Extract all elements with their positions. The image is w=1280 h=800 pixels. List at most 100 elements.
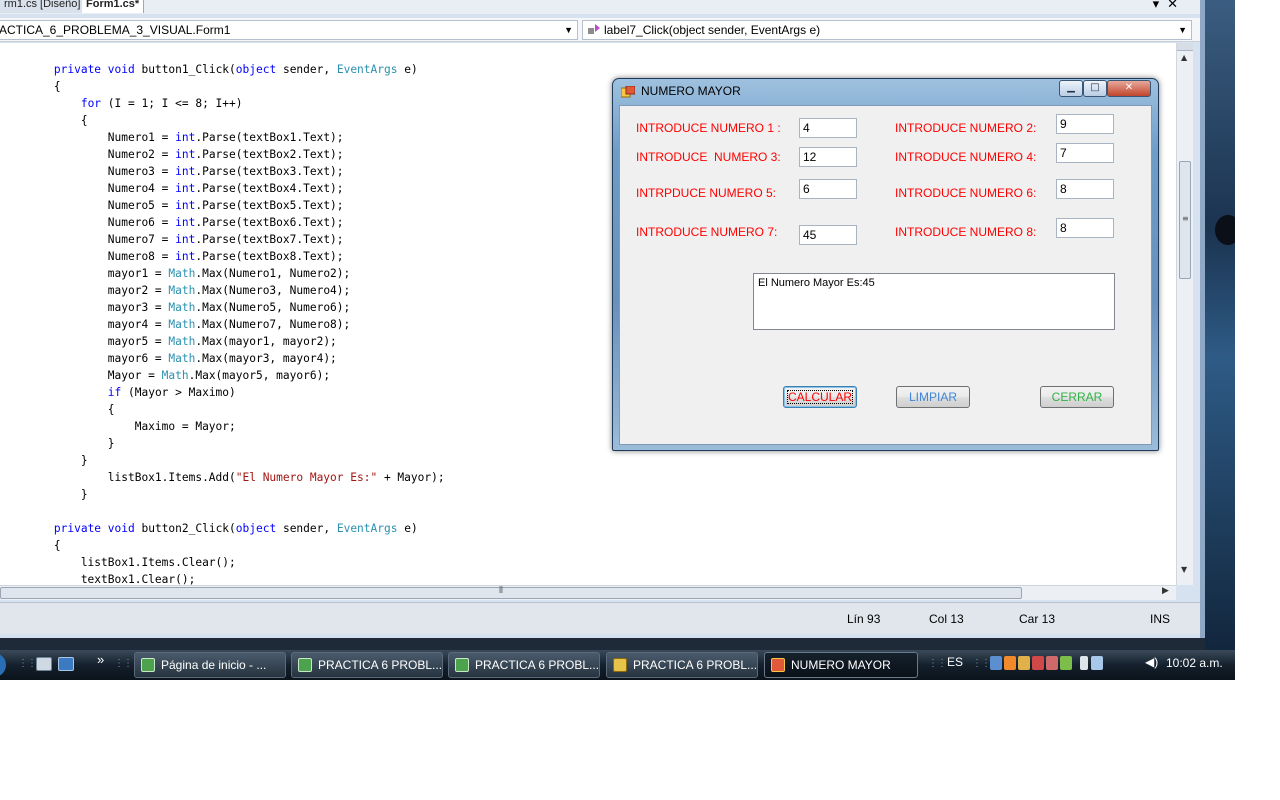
vertical-scroll-thumb[interactable]: ≡ bbox=[1179, 161, 1191, 279]
textbox-numero-3[interactable]: 12 bbox=[799, 147, 857, 167]
scroll-down-icon[interactable]: ▼ bbox=[1181, 565, 1187, 574]
label-numero-8: INTRODUCE NUMERO 8: bbox=[895, 225, 1037, 239]
code-line: mayor2 = Math.Max(Numero3, Numero4); bbox=[0, 284, 351, 297]
minimize-button[interactable]: ▁ bbox=[1059, 80, 1083, 97]
vertical-scrollbar[interactable]: ▲ ≡ ▼ bbox=[1176, 43, 1193, 585]
grip-icon: ≡ bbox=[1182, 214, 1189, 223]
app-tray-icon[interactable] bbox=[1018, 656, 1030, 670]
code-line: mayor6 = Math.Max(mayor3, mayor4); bbox=[0, 352, 337, 365]
system-clock[interactable]: 10:02 a.m. bbox=[1166, 656, 1223, 670]
chevron-down-icon: ▼ bbox=[564, 25, 573, 35]
tab-list-dropdown-icon[interactable]: ▾ bbox=[1153, 0, 1168, 11]
code-line: Numero6 = int.Parse(textBox6.Text); bbox=[0, 216, 344, 229]
quick-launch-chevron-icon[interactable]: » bbox=[97, 652, 104, 667]
app-tray-icon[interactable] bbox=[1046, 656, 1058, 670]
label-numero-3: INTRODUCE NUMERO 3: bbox=[636, 150, 781, 164]
visual-studio-icon bbox=[455, 658, 469, 672]
calcular-button[interactable]: CALCULAR bbox=[783, 386, 857, 408]
textbox-numero-7[interactable]: 45 bbox=[799, 225, 857, 245]
textbox-numero-1[interactable]: 4 bbox=[799, 118, 857, 138]
app-tray-icon[interactable] bbox=[1004, 656, 1016, 670]
tab-form-code[interactable]: Form1.cs* bbox=[82, 0, 145, 13]
visual-studio-icon bbox=[141, 658, 155, 672]
language-indicator[interactable]: ES bbox=[947, 655, 963, 669]
status-insert-mode: INS bbox=[1150, 612, 1171, 626]
code-line: } bbox=[0, 437, 115, 450]
limpiar-button[interactable]: LIMPIAR bbox=[896, 386, 970, 408]
taskbar: ⋮⋮ » ⋮⋮ Página de inicio - ... PRACTICA … bbox=[0, 650, 1235, 680]
class-dropdown-value: ACTICA_6_PROBLEMA_3_VISUAL.Form1 bbox=[0, 23, 231, 37]
textbox-numero-5[interactable]: 6 bbox=[799, 179, 857, 199]
show-desktop-icon[interactable] bbox=[36, 657, 52, 671]
visual-studio-icon bbox=[298, 658, 312, 672]
textbox-numero-2[interactable]: 9 bbox=[1056, 114, 1114, 134]
network-icon[interactable] bbox=[990, 656, 1002, 670]
taskbar-button-label: PRACTICA 6 PROBL... bbox=[633, 658, 758, 672]
member-dropdown[interactable]: label7_Click(object sender, EventArgs e)… bbox=[582, 20, 1192, 40]
code-line: Numero8 = int.Parse(textBox8.Text); bbox=[0, 250, 344, 263]
horizontal-scrollbar[interactable]: ⦀ ▶ bbox=[0, 585, 1176, 600]
event-handler-icon bbox=[588, 24, 600, 34]
app-tray-icon[interactable] bbox=[1032, 656, 1044, 670]
tab-form-design[interactable]: rm1.cs [Diseño] bbox=[0, 0, 86, 13]
taskbar-button-label: NUMERO MAYOR bbox=[791, 658, 891, 672]
limpiar-button-label: LIMPIAR bbox=[908, 390, 957, 404]
code-line: textBox1.Clear(); bbox=[0, 573, 196, 585]
code-line: } bbox=[0, 454, 88, 467]
battery-icon[interactable] bbox=[1080, 656, 1088, 670]
label-numero-6: INTRODUCE NUMERO 6: bbox=[895, 186, 1037, 200]
label-numero-2: INTRODUCE NUMERO 2: bbox=[895, 121, 1037, 135]
document-controls: ▾✕ bbox=[1153, 0, 1186, 12]
taskbar-button-practica-3[interactable]: PRACTICA 6 PROBL... bbox=[606, 652, 758, 678]
network-status-icon[interactable] bbox=[1091, 656, 1103, 670]
close-document-icon[interactable]: ✕ bbox=[1167, 0, 1186, 11]
list-item[interactable]: El Numero Mayor Es:45 bbox=[758, 277, 1110, 289]
code-line: if (Mayor > Maximo) bbox=[107, 386, 236, 399]
scroll-right-icon[interactable]: ▶ bbox=[1162, 586, 1169, 596]
textbox-numero-6[interactable]: 8 bbox=[1056, 179, 1114, 199]
code-line: for (I = 1; I <= 8; I++) bbox=[80, 97, 243, 110]
taskbar-button-start-page[interactable]: Página de inicio - ... bbox=[134, 652, 286, 678]
close-button[interactable]: ✕ bbox=[1107, 80, 1151, 97]
code-line: Numero7 = int.Parse(textBox7.Text); bbox=[0, 233, 344, 246]
code-line: Numero4 = int.Parse(textBox4.Text); bbox=[0, 182, 344, 195]
code-line: mayor1 = Math.Max(Numero1, Numero2); bbox=[0, 267, 351, 280]
taskbar-button-practica-2[interactable]: PRACTICA 6 PROBL... bbox=[448, 652, 600, 678]
cerrar-button[interactable]: CERRAR bbox=[1040, 386, 1114, 408]
code-line: Numero1 = int.Parse(textBox1.Text); bbox=[0, 131, 344, 144]
horizontal-scroll-thumb[interactable]: ⦀ bbox=[0, 586, 1022, 599]
maximize-button[interactable]: □ bbox=[1083, 80, 1107, 97]
code-line: Numero5 = int.Parse(textBox5.Text); bbox=[0, 199, 344, 212]
taskbar-button-practica-1[interactable]: PRACTICA 6 PROBL... bbox=[291, 652, 443, 678]
app-tray-icon[interactable] bbox=[1060, 656, 1072, 670]
toolbar-grip-icon: ⋮⋮ bbox=[972, 658, 991, 669]
chevron-down-icon: ▼ bbox=[1178, 25, 1187, 35]
volume-icon[interactable]: ◀) bbox=[1145, 655, 1158, 669]
code-text: private void button1_Click(object sender… bbox=[0, 61, 445, 585]
numero-mayor-window: NUMERO MAYOR ▁ □ ✕ INTRODUCE NUMERO 1 : … bbox=[612, 78, 1159, 451]
taskbar-button-label: PRACTICA 6 PROBL... bbox=[475, 658, 600, 672]
switch-windows-icon[interactable] bbox=[58, 657, 74, 671]
code-line: mayor4 = Math.Max(Numero7, Numero8); bbox=[0, 318, 351, 331]
code-line: { bbox=[0, 539, 61, 552]
code-line: { bbox=[0, 80, 61, 93]
taskbar-button-numero-mayor[interactable]: NUMERO MAYOR bbox=[764, 652, 918, 678]
textbox-numero-4[interactable]: 7 bbox=[1056, 143, 1114, 163]
status-character: Car 13 bbox=[1019, 612, 1056, 626]
start-orb-icon[interactable] bbox=[0, 653, 6, 677]
scroll-up-icon[interactable]: ▲ bbox=[1181, 53, 1187, 62]
textbox-numero-8[interactable]: 8 bbox=[1056, 218, 1114, 238]
label-numero-7: INTRODUCE NUMERO 7: bbox=[636, 225, 778, 239]
class-dropdown[interactable]: ACTICA_6_PROBLEMA_3_VISUAL.Form1 ▼ bbox=[0, 20, 578, 40]
code-line: } bbox=[0, 488, 88, 501]
window-controls: ▁ □ ✕ bbox=[1059, 80, 1152, 98]
splitter-handle[interactable] bbox=[1177, 43, 1193, 51]
focus-rectangle bbox=[787, 390, 853, 404]
code-line: mayor5 = Math.Max(mayor1, mayor2); bbox=[0, 335, 337, 348]
result-listbox[interactable]: El Numero Mayor Es:45 bbox=[753, 273, 1115, 330]
desktop-decoration bbox=[1215, 215, 1235, 245]
maximize-icon: □ bbox=[1090, 82, 1100, 93]
toolbar-grip-icon: ⋮⋮ bbox=[18, 658, 37, 669]
code-line: private void button1_Click(object sender… bbox=[53, 63, 418, 76]
